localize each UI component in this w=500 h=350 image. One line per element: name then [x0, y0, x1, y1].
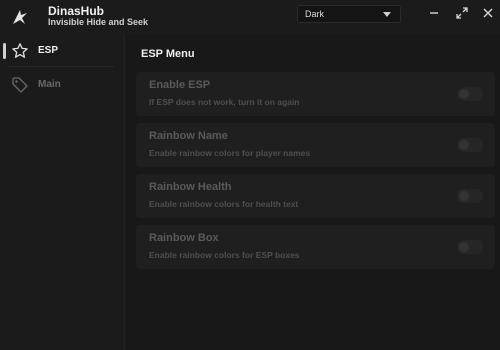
logo-icon — [13, 10, 27, 24]
option-title: Rainbow Name — [149, 130, 228, 142]
rainbow-health-toggle[interactable] — [457, 189, 483, 203]
rainbow-box-toggle[interactable] — [457, 240, 483, 254]
option-description: Enable rainbow colors for health text — [149, 199, 299, 209]
chevron-down-icon — [383, 12, 391, 17]
option-title: Rainbow Health — [149, 181, 232, 193]
option-rainbow-name[interactable]: Rainbow Name Enable rainbow colors for p… — [136, 123, 495, 167]
option-rainbow-health[interactable]: Rainbow Health Enable rainbow colors for… — [136, 174, 495, 218]
enable-esp-toggle[interactable] — [457, 87, 483, 101]
theme-dropdown[interactable]: Dark — [297, 5, 401, 23]
option-title: Enable ESP — [149, 79, 211, 91]
option-title: Rainbow Box — [149, 232, 219, 244]
app-subtitle: Invisible Hide and Seek — [48, 17, 149, 27]
close-icon — [483, 8, 493, 18]
section-title: ESP Menu — [141, 48, 195, 60]
option-description: Enable rainbow colors for ESP boxes — [149, 250, 300, 260]
app-title: DinasHub — [48, 4, 105, 18]
option-enable-esp[interactable]: Enable ESP If ESP does not work, turn it… — [136, 72, 495, 116]
toggle-knob — [459, 191, 469, 201]
sidebar: ESP Main — [0, 34, 125, 350]
sidebar-item-label: Main — [38, 79, 61, 90]
toggle-knob — [459, 140, 469, 150]
option-description: Enable rainbow colors for player names — [149, 148, 311, 158]
app-window: DinasHub Invisible Hide and Seek Dark ES… — [0, 0, 500, 350]
sidebar-item-label: ESP — [38, 45, 59, 56]
close-button[interactable] — [480, 5, 496, 21]
minimize-icon — [430, 12, 438, 14]
sidebar-item-main[interactable]: Main — [0, 70, 124, 100]
toggle-knob — [459, 89, 469, 99]
option-description: If ESP does not work, turn it on again — [149, 97, 300, 107]
maximize-button[interactable] — [454, 5, 470, 21]
title-bar: DinasHub Invisible Hide and Seek Dark — [0, 0, 500, 34]
star-icon — [12, 43, 28, 58]
maximize-icon — [456, 7, 468, 19]
sidebar-divider — [8, 66, 114, 67]
main-panel: ESP Menu Enable ESP If ESP does not work… — [125, 34, 500, 350]
rainbow-name-toggle[interactable] — [457, 138, 483, 152]
option-rainbow-box[interactable]: Rainbow Box Enable rainbow colors for ES… — [136, 225, 495, 269]
minimize-button[interactable] — [426, 5, 442, 21]
sidebar-item-esp[interactable]: ESP — [0, 36, 124, 66]
theme-selected-value: Dark — [305, 9, 325, 19]
tag-icon — [12, 77, 28, 93]
toggle-knob — [459, 242, 469, 252]
active-indicator — [3, 43, 6, 59]
